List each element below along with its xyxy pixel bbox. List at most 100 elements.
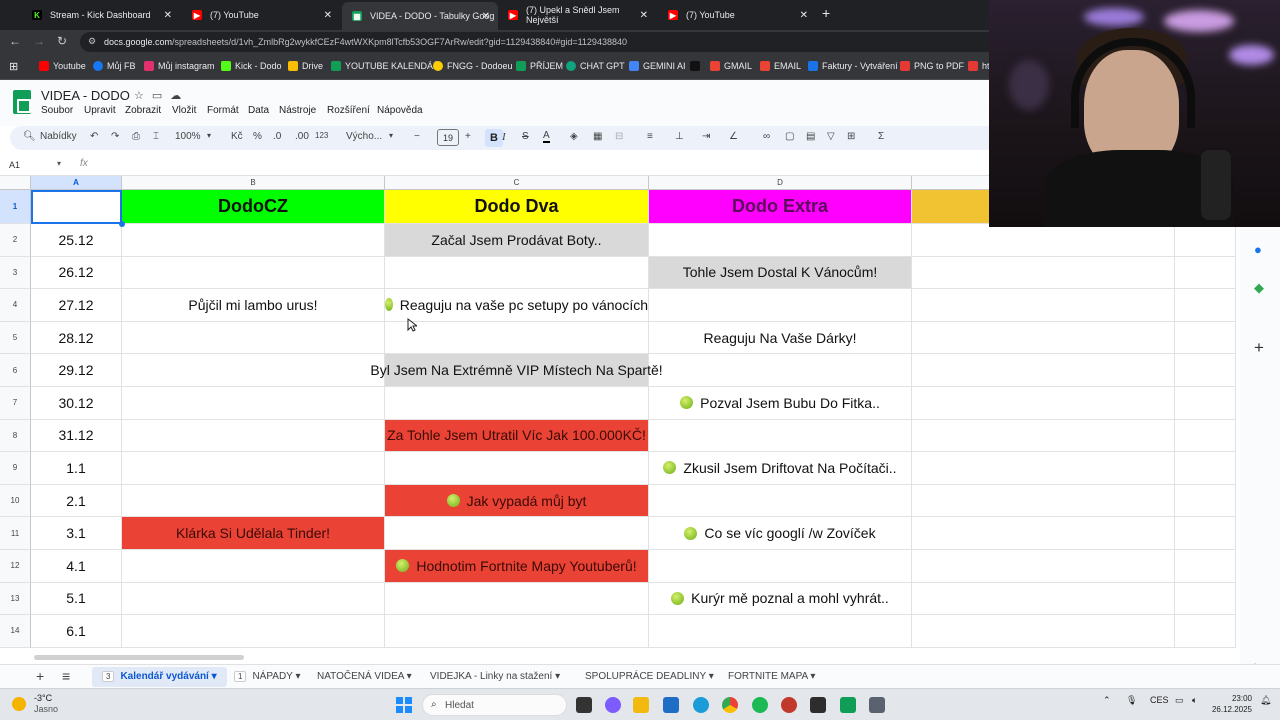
star-icon[interactable]: ☆ xyxy=(134,90,152,102)
chrome-icon[interactable] xyxy=(722,697,738,713)
row-header[interactable]: 3 xyxy=(0,256,31,290)
apps-grid-icon[interactable]: ⊞ xyxy=(9,60,18,73)
name-box[interactable]: A1 xyxy=(9,160,20,170)
date-cell[interactable]: 27.12 xyxy=(31,289,122,322)
cell[interactable] xyxy=(649,615,912,648)
text-color-button[interactable]: A xyxy=(543,131,550,143)
bookmark[interactable]: Můj instagram xyxy=(144,61,215,71)
row-header[interactable]: 13 xyxy=(0,582,31,616)
add-sheet-button[interactable]: + xyxy=(36,668,44,684)
bookmark[interactable] xyxy=(690,61,704,71)
align-left-icon[interactable]: ≡ xyxy=(647,131,653,142)
cell[interactable] xyxy=(649,354,912,387)
zoom-select[interactable]: 100% xyxy=(175,131,201,142)
sheet-tab-active[interactable]: 3 Kalendář vydávání ▾ xyxy=(92,667,227,687)
column-header-a[interactable]: A xyxy=(31,176,122,190)
row-header[interactable]: 6 xyxy=(0,354,31,387)
sheet-tab[interactable]: NATOČENÁ VIDEA ▾ xyxy=(317,671,412,682)
calculator-icon[interactable] xyxy=(869,697,885,713)
strikethrough-button[interactable]: S xyxy=(522,131,529,142)
chevron-down-icon[interactable]: ▾ xyxy=(207,131,211,140)
filter-views-icon[interactable]: ⊞ xyxy=(847,131,855,142)
cell[interactable] xyxy=(122,387,385,420)
video-idea-cell[interactable]: Pozval Jsem Bubu Do Fitka.. xyxy=(649,387,912,420)
bookmark[interactable]: GMAIL xyxy=(710,61,752,71)
filter-icon[interactable]: ▽ xyxy=(827,131,835,142)
video-idea-cell[interactable]: Reaguju Na Vaše Dárky! xyxy=(649,321,912,355)
date-cell[interactable]: 29.12 xyxy=(31,354,122,387)
cell[interactable] xyxy=(122,582,385,616)
browser-tab[interactable]: ▶ (7) YouTube ✕ xyxy=(182,4,340,26)
date-cell[interactable]: 2.1 xyxy=(31,484,122,518)
row-header[interactable]: 11 xyxy=(0,517,31,550)
cell[interactable] xyxy=(122,484,385,518)
row-header[interactable]: 14 xyxy=(0,615,31,648)
cell[interactable] xyxy=(912,289,1175,322)
cell[interactable] xyxy=(912,256,1175,290)
video-idea-cell[interactable]: Reaguju na vaše pc setupy po vánocích xyxy=(385,289,649,322)
cell[interactable] xyxy=(1175,484,1236,518)
cell[interactable] xyxy=(1175,517,1236,550)
windows-start-icon[interactable] xyxy=(396,697,412,713)
all-sheets-button[interactable]: ≡ xyxy=(62,668,70,684)
contacts-icon[interactable]: ● xyxy=(1254,242,1262,257)
row-header[interactable]: 12 xyxy=(0,550,31,583)
tray-chevron-icon[interactable]: ⌃ xyxy=(1103,695,1111,706)
weather-widget[interactable]: -3°C Jasno xyxy=(34,693,58,715)
maps-icon[interactable]: ◆ xyxy=(1254,280,1264,296)
menu-tools[interactable]: Nástroje xyxy=(279,105,316,116)
video-idea-cell[interactable]: Zkusil Jsem Driftovat Na Počítači.. xyxy=(649,452,912,485)
number-format-button[interactable]: 123 xyxy=(315,131,328,140)
taskbar-search-input[interactable]: ⌕ Hledat xyxy=(422,694,567,716)
menu-file[interactable]: Soubor xyxy=(41,105,73,116)
cell[interactable] xyxy=(912,517,1175,550)
cell[interactable] xyxy=(912,354,1175,387)
selection-handle[interactable] xyxy=(119,221,125,227)
cell[interactable] xyxy=(1175,615,1236,648)
cell[interactable] xyxy=(1175,224,1236,257)
font-size-increase-icon[interactable]: + xyxy=(465,131,471,142)
microphone-icon[interactable]: 🎙︎ xyxy=(1126,695,1137,706)
cell[interactable] xyxy=(1175,354,1236,387)
date-cell[interactable]: 6.1 xyxy=(31,615,122,648)
video-idea-cell[interactable]: Tohle Jsem Dostal K Vánocům! xyxy=(649,256,912,290)
obs-icon[interactable] xyxy=(781,697,797,713)
undo-icon[interactable]: ↶ xyxy=(90,131,98,142)
video-idea-cell[interactable]: Kurýr mě poznal a mohl vyhrát.. xyxy=(649,582,912,616)
bookmark[interactable]: CHAT GPT xyxy=(566,61,625,71)
menu-data[interactable]: Data xyxy=(248,105,269,116)
video-idea-cell[interactable]: Klárka Si Udělala Tinder! xyxy=(122,517,385,550)
cell[interactable] xyxy=(912,452,1175,485)
row-header[interactable]: 8 xyxy=(0,419,31,453)
redo-icon[interactable]: ↷ xyxy=(111,131,119,142)
font-select[interactable]: Výcho... xyxy=(346,131,382,142)
close-icon[interactable]: ✕ xyxy=(164,10,172,21)
cell[interactable] xyxy=(1175,452,1236,485)
cell[interactable] xyxy=(385,615,649,648)
video-idea-cell[interactable]: Byl Jsem Na Extrémně VIP Místech Na Spar… xyxy=(370,354,663,387)
cell[interactable] xyxy=(385,452,649,485)
cell[interactable] xyxy=(122,615,385,648)
sheet-tab[interactable]: SPOLUPRÁCE DEADLINY ▾ xyxy=(585,671,714,682)
menu-view[interactable]: Zobrazit xyxy=(125,105,161,116)
cell[interactable] xyxy=(122,550,385,583)
row-header[interactable]: 2 xyxy=(0,224,31,257)
bookmark[interactable]: Youtube xyxy=(39,61,86,71)
cell[interactable] xyxy=(649,484,912,518)
percent-format-button[interactable]: % xyxy=(253,131,262,142)
comment-icon[interactable]: ▢ xyxy=(785,131,794,142)
date-cell[interactable]: 5.1 xyxy=(31,582,122,616)
reload-icon[interactable]: ↻ xyxy=(57,34,67,48)
bookmark[interactable]: PNG to PDF xyxy=(900,61,964,71)
cell[interactable] xyxy=(122,452,385,485)
outlook-icon[interactable] xyxy=(663,697,679,713)
date-cell[interactable]: 3.1 xyxy=(31,517,122,550)
cell[interactable] xyxy=(122,321,385,355)
link-icon[interactable]: ∞ xyxy=(763,131,770,142)
cell[interactable] xyxy=(1175,582,1236,616)
chevron-down-icon[interactable]: ▾ xyxy=(389,131,393,140)
bookmark[interactable]: Můj FB xyxy=(93,61,136,71)
cell[interactable] xyxy=(912,582,1175,616)
fill-color-icon[interactable]: ◈ xyxy=(570,131,578,142)
row-header[interactable]: 4 xyxy=(0,289,31,322)
